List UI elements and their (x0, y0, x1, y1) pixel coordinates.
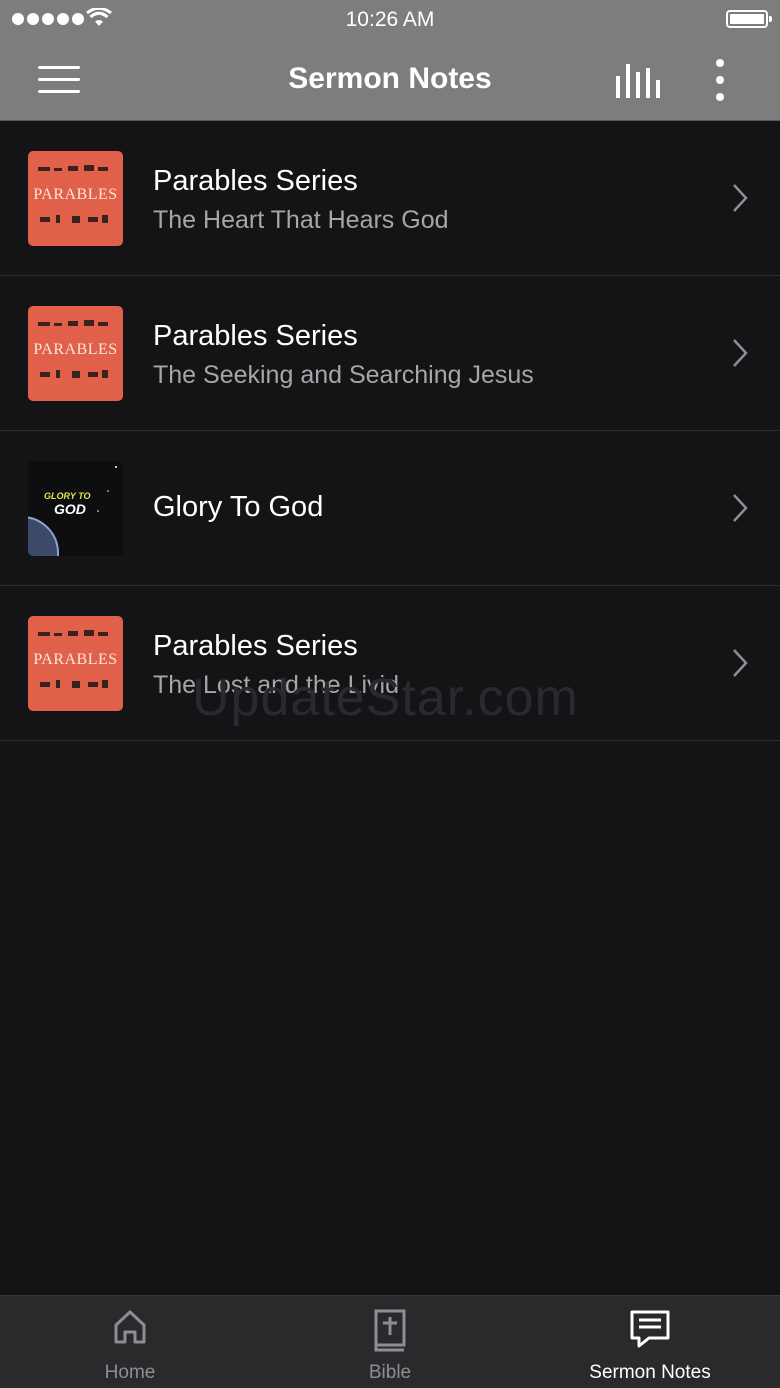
notes-icon (630, 1310, 670, 1348)
sermon-subtitle: The Heart That Hears God (153, 206, 449, 234)
sermon-list-item[interactable]: PARABLES Parables Series The Lost and th… (0, 586, 780, 741)
nav-bar: Sermon Notes (0, 40, 780, 121)
sermon-list: PARABLES Parables Series The Heart That … (0, 121, 780, 741)
battery-icon (726, 10, 772, 28)
page-title: Sermon Notes (288, 62, 492, 95)
sermon-subtitle: The Seeking and Searching Jesus (153, 361, 534, 389)
chevron-right-icon (733, 649, 748, 677)
chevron-right-icon (733, 339, 748, 367)
sermon-title: Parables Series (153, 630, 358, 662)
home-icon (114, 1310, 146, 1344)
sermon-subtitle: The Lost and the Livid (153, 671, 399, 699)
sermon-title: Parables Series (153, 165, 358, 197)
tab-sermon-notes[interactable]: Sermon Notes (520, 1296, 780, 1388)
tab-label: Sermon Notes (589, 1362, 711, 1383)
chevron-right-icon (733, 494, 748, 522)
sermon-thumbnail: PARABLES (28, 616, 123, 711)
sermon-thumbnail: PARABLES (28, 306, 123, 401)
status-time: 10:26 AM (345, 8, 435, 31)
sermon-title: Glory To God (153, 491, 324, 523)
tab-bible[interactable]: Bible (260, 1296, 520, 1388)
audio-bars-icon[interactable] (612, 62, 662, 98)
tab-bar: Home Bible Sermon Notes (0, 1295, 780, 1388)
status-bar: 10:26 AM (0, 0, 780, 40)
tab-label: Home (104, 1362, 156, 1383)
tab-label: Bible (368, 1362, 412, 1383)
chevron-right-icon (733, 184, 748, 212)
sermon-list-item[interactable]: PARABLES Parables Series The Seeking and… (0, 276, 780, 431)
sermon-list-item[interactable]: PARABLES Parables Series The Heart That … (0, 121, 780, 276)
sermon-list-item[interactable]: GLORY TO GOD Glory To God (0, 431, 780, 586)
tab-home[interactable]: Home (0, 1296, 260, 1388)
sermon-thumbnail: GLORY TO GOD (28, 461, 123, 556)
sermon-thumbnail: PARABLES (28, 151, 123, 246)
sermon-title: Parables Series (153, 320, 358, 352)
more-options-icon[interactable] (706, 58, 734, 102)
bible-icon (374, 1309, 406, 1352)
